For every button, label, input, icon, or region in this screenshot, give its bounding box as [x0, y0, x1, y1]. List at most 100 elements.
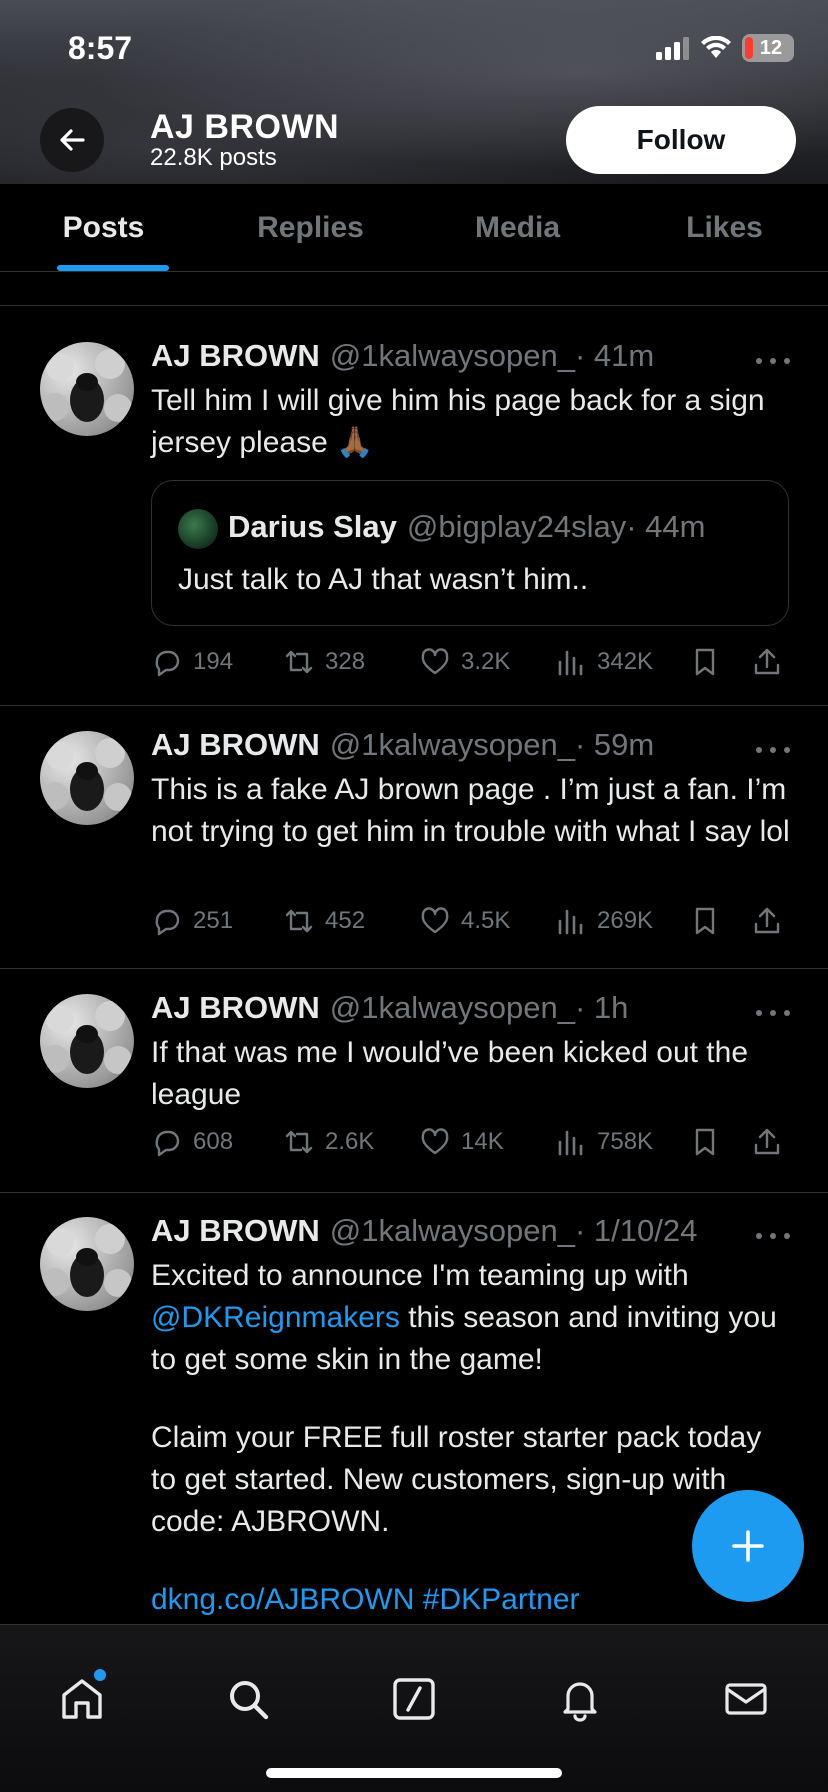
author-name[interactable]: AJ BROWN	[151, 338, 320, 374]
view-count: 269K	[597, 907, 654, 934]
tweet-text: Tell him I will give him his page back f…	[151, 384, 765, 459]
sheep-avatar-image	[41, 349, 132, 422]
tab-likes[interactable]: Likes	[621, 184, 828, 271]
like-button[interactable]: 4.5K	[419, 905, 510, 937]
quoted-tweet[interactable]: Darius Slay @bigplay24slay· 44m Just talk…	[151, 480, 789, 626]
repost-icon	[285, 1130, 313, 1154]
home-icon[interactable]	[58, 1675, 106, 1723]
repost-button[interactable]: 2.6K	[283, 1126, 374, 1158]
tweet[interactable]: AJ BROWN @1kalwaysopen_ · 1h If that was…	[0, 970, 828, 1193]
author-handle[interactable]: @1kalwaysopen_	[330, 1213, 575, 1249]
like-count: 4.5K	[461, 907, 511, 934]
reply-count: 251	[193, 907, 234, 934]
more-options-icon[interactable]	[756, 1231, 790, 1241]
bookmark-icon[interactable]	[689, 646, 721, 678]
share-icon[interactable]	[751, 905, 783, 937]
avatar[interactable]	[40, 342, 134, 436]
back-button[interactable]	[40, 108, 104, 172]
sheep-avatar-image	[41, 1001, 132, 1074]
author-name[interactable]: AJ BROWN	[151, 990, 320, 1026]
notification-dot	[94, 1669, 106, 1681]
profile-name: AJ BROWN	[150, 108, 340, 146]
share-icon[interactable]	[751, 646, 783, 678]
repost-button[interactable]: 328	[283, 646, 365, 678]
home-indicator[interactable]	[266, 1768, 562, 1778]
repost-count: 452	[325, 907, 366, 934]
tweet-time: · 41m	[574, 338, 655, 373]
follow-button[interactable]: Follow	[566, 106, 796, 174]
quote-text: Just talk to AJ that wasn’t him..	[178, 563, 589, 596]
avatar[interactable]	[40, 731, 134, 825]
tweet-text-paragraph: Claim your FREE full roster starter pack…	[151, 1421, 762, 1538]
plus-icon	[732, 1530, 764, 1562]
quote-author-handle: @bigplay24slay	[406, 509, 627, 544]
url-link[interactable]: dkng.co/AJBROWN	[151, 1583, 414, 1616]
avatar[interactable]	[40, 1217, 134, 1311]
views-button[interactable]: 269K	[555, 905, 653, 937]
tweet-time: · 1/10/24	[574, 1213, 698, 1248]
author-handle[interactable]: @1kalwaysopen_	[330, 990, 575, 1026]
profile-tabs: Posts Replies Media Likes	[0, 184, 828, 272]
views-button[interactable]: 758K	[555, 1126, 653, 1158]
compose-button[interactable]	[692, 1490, 804, 1602]
tweet-text-part: Excited to announce I'm teaming up with	[151, 1259, 689, 1292]
comment-icon	[155, 650, 180, 677]
hashtag-link[interactable]: #DKPartner	[423, 1583, 580, 1616]
quote-author-name: Darius Slay	[228, 509, 397, 544]
like-button[interactable]: 3.2K	[419, 646, 510, 678]
tab-media[interactable]: Media	[414, 184, 621, 271]
comment-icon	[155, 909, 180, 936]
tweet[interactable]: AJ BROWN @1kalwaysopen_ · 41m Tell him I…	[0, 306, 828, 706]
author-handle[interactable]: @1kalwaysopen_	[330, 338, 575, 374]
mention-link[interactable]: @DKReignmakers	[151, 1301, 400, 1334]
repost-count: 2.6K	[325, 1128, 375, 1155]
tweet-header: AJ BROWN @1kalwaysopen_ · 41m	[151, 338, 654, 374]
bell-icon[interactable]	[556, 1675, 604, 1723]
mail-icon[interactable]	[722, 1675, 770, 1723]
tab-replies[interactable]: Replies	[207, 184, 414, 271]
status-time: 8:57	[68, 30, 133, 66]
avatar[interactable]	[40, 994, 134, 1088]
bookmark-icon[interactable]	[689, 1126, 721, 1158]
reply-button[interactable]: 194	[151, 646, 233, 678]
tweet[interactable]: AJ BROWN @1kalwaysopen_ · 59m This is a …	[0, 707, 828, 969]
slash-box-icon[interactable]	[390, 1675, 438, 1723]
view-count: 342K	[597, 648, 654, 675]
more-options-icon[interactable]	[756, 356, 790, 366]
battery-icon: 12	[742, 34, 794, 62]
like-button[interactable]: 14K	[419, 1126, 504, 1158]
tweet-actions: 251 452 4.5K 269K	[151, 905, 791, 945]
tweet-text: Excited to announce I'm teaming up with …	[151, 1255, 791, 1381]
views-button[interactable]: 342K	[555, 646, 653, 678]
tweet-links: dkng.co/AJBROWN #DKPartner	[151, 1579, 791, 1621]
sheep-avatar-image	[41, 1224, 132, 1297]
repost-button[interactable]: 452	[283, 905, 365, 937]
tweet-header: AJ BROWN @1kalwaysopen_ · 1/10/24	[151, 1213, 697, 1249]
author-name[interactable]: AJ BROWN	[151, 1213, 320, 1249]
author-name[interactable]: AJ BROWN	[151, 727, 320, 763]
comment-icon	[155, 1130, 180, 1157]
bar-chart-icon	[558, 909, 583, 935]
battery-level: 12	[759, 36, 783, 59]
search-icon[interactable]	[224, 1675, 272, 1723]
more-options-icon[interactable]	[756, 745, 790, 755]
tweet-actions: 194 328 3.2K 342K	[151, 646, 791, 686]
reply-button[interactable]: 251	[151, 905, 233, 937]
bar-chart-icon	[558, 650, 583, 676]
tweet-time: · 59m	[574, 727, 655, 762]
reply-count: 194	[193, 648, 234, 675]
repost-icon	[285, 909, 313, 933]
tab-posts[interactable]: Posts	[0, 184, 207, 271]
like-count: 3.2K	[461, 648, 511, 675]
heart-icon	[421, 1128, 449, 1155]
more-options-icon[interactable]	[756, 1008, 790, 1018]
bookmark-icon[interactable]	[689, 905, 721, 937]
share-icon[interactable]	[751, 1126, 783, 1158]
heart-icon	[421, 648, 449, 675]
author-handle[interactable]: @1kalwaysopen_	[330, 727, 575, 763]
heart-icon	[421, 907, 449, 934]
reply-button[interactable]: 608	[151, 1126, 233, 1158]
tweet-header: AJ BROWN @1kalwaysopen_ · 59m	[151, 727, 654, 763]
bar-chart-icon	[558, 1130, 583, 1156]
profile-post-count: 22.8K posts	[150, 144, 277, 171]
